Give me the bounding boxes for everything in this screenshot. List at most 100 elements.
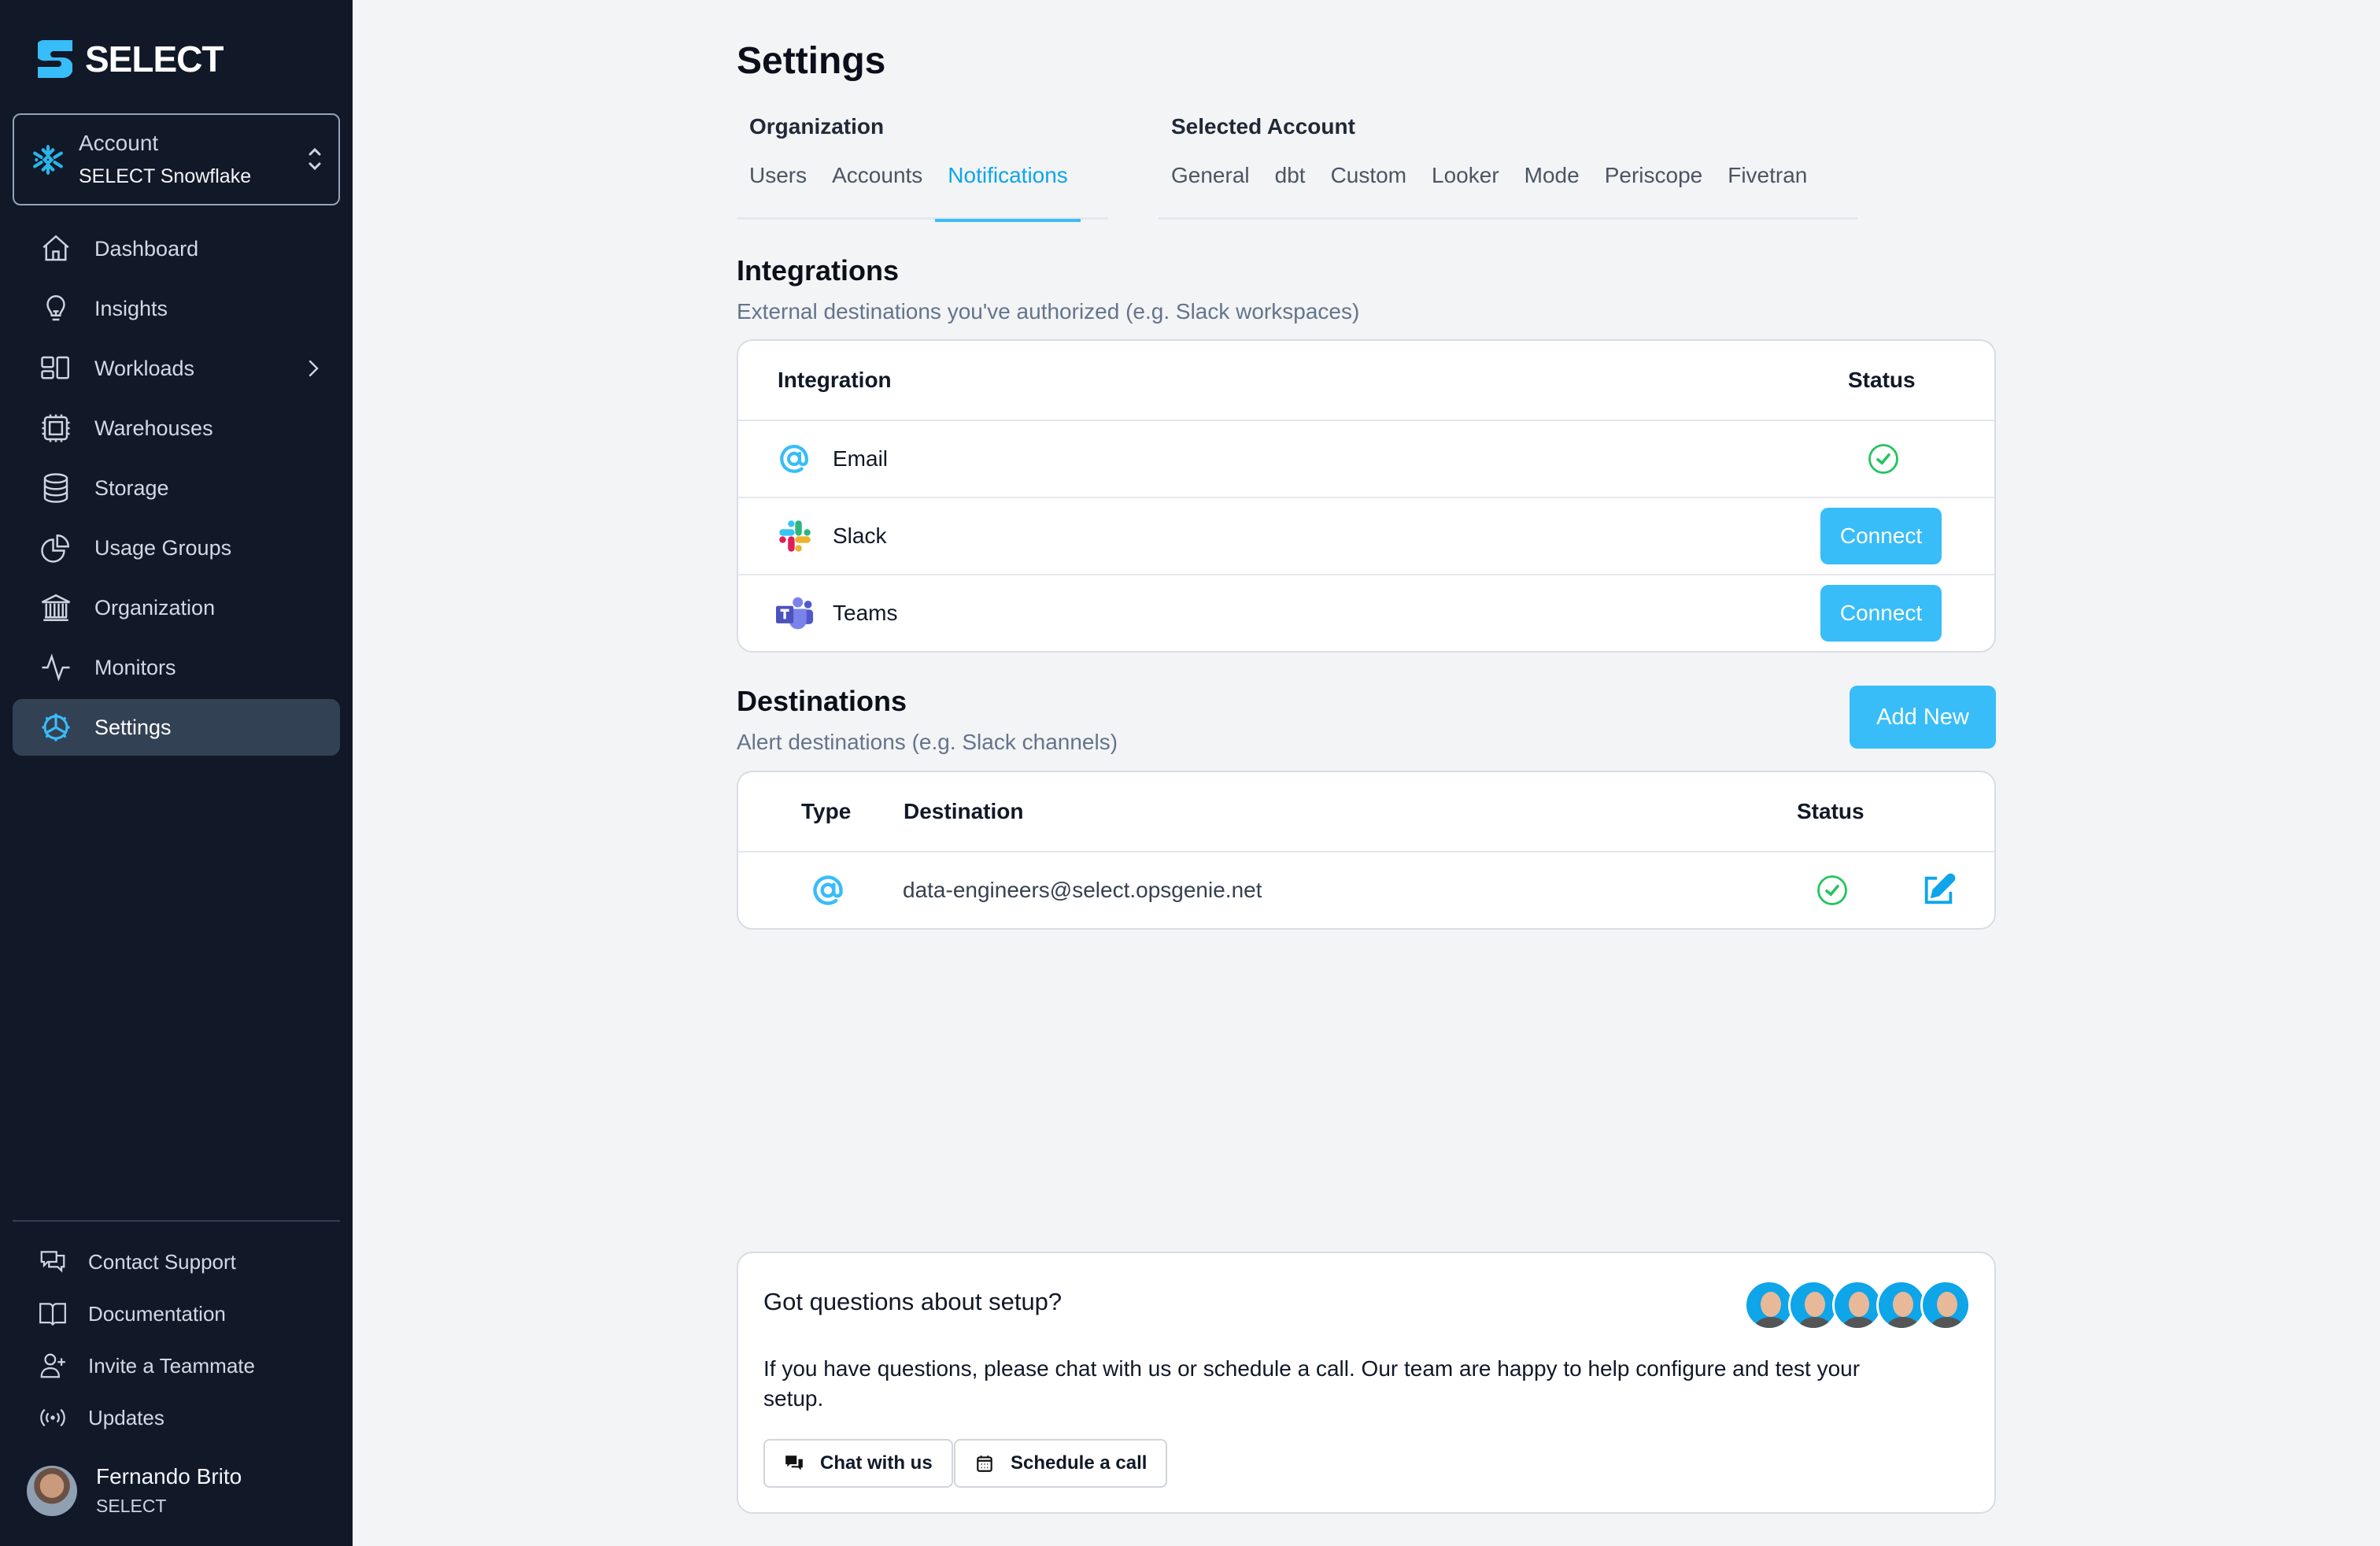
tab-mode[interactable]: Mode <box>1512 163 1592 220</box>
help-title: Got questions about setup? <box>763 1288 1062 1315</box>
broadcast-icon <box>40 1408 65 1427</box>
activity-icon <box>42 653 70 682</box>
page-title: Settings <box>737 40 886 82</box>
account-selector[interactable]: Account SELECT Snowflake <box>13 113 340 205</box>
database-icon <box>43 473 68 503</box>
chip-icon <box>42 414 70 442</box>
nav-item-workloads[interactable]: Workloads <box>13 340 340 397</box>
at-sign-icon <box>813 875 843 905</box>
tab-users[interactable]: Users <box>737 163 819 220</box>
check-circle-icon <box>1817 875 1847 905</box>
avatar <box>1920 1280 1971 1330</box>
gear-icon <box>42 713 70 742</box>
home-icon <box>42 235 69 261</box>
nav-item-documentation[interactable]: Documentation <box>13 1288 340 1340</box>
book-icon <box>39 1303 66 1326</box>
table-row: Slack Connect <box>738 497 1994 574</box>
sidebar-divider <box>13 1220 340 1222</box>
workloads-icon <box>41 356 69 379</box>
integrations-heading: Integrations <box>737 254 900 287</box>
table-header: Type Destination Status <box>738 772 1994 851</box>
nav-label: Settings <box>94 715 172 739</box>
nav-item-warehouses[interactable]: Warehouses <box>13 400 340 457</box>
connect-teams-button[interactable]: Connect <box>1820 585 1942 642</box>
avatar <box>27 1465 77 1516</box>
tab-notifications[interactable]: Notifications <box>935 163 1081 222</box>
nav-item-monitors[interactable]: Monitors <box>13 639 340 696</box>
tab-fivetran[interactable]: Fivetran <box>1715 163 1820 220</box>
chat-with-us-button[interactable]: Chat with us <box>763 1439 953 1488</box>
tab-dbt[interactable]: dbt <box>1262 163 1318 220</box>
team-avatars <box>1744 1280 1971 1330</box>
schedule-call-button[interactable]: Schedule a call <box>954 1439 1168 1488</box>
secondary-nav: Contact Support Documentation Invite a T… <box>13 1236 340 1444</box>
nav-item-dashboard[interactable]: Dashboard <box>13 220 340 277</box>
bank-icon <box>41 594 71 621</box>
integrations-subtitle: External destinations you've authorized … <box>737 299 1360 324</box>
user-plus-icon <box>40 1353 65 1378</box>
chat-with-us-label: Chat with us <box>820 1452 933 1474</box>
nav-label: Contact Support <box>88 1249 236 1274</box>
table-header: Integration Status <box>738 341 1994 420</box>
integrations-table: Integration Status Email Slack Connect T… <box>737 339 1996 653</box>
nav-label: Invite a Teammate <box>88 1353 255 1378</box>
integration-name: Email <box>833 446 889 471</box>
sidebar: SELECT Account SELECT Snowflake Dashboar… <box>0 0 353 1546</box>
tab-accounts[interactable]: Accounts <box>819 163 935 220</box>
nav-item-contact-support[interactable]: Contact Support <box>13 1236 340 1288</box>
add-new-destination-button[interactable]: Add New <box>1850 686 1996 749</box>
nav-item-insights[interactable]: Insights <box>13 280 340 337</box>
column-header-status: Status <box>1848 368 1916 392</box>
chevron-right-icon[interactable] <box>304 357 323 380</box>
tab-custom[interactable]: Custom <box>1318 163 1419 220</box>
tab-periscope[interactable]: Periscope <box>1592 163 1716 220</box>
snowflake-icon <box>33 144 63 175</box>
user-profile[interactable]: Fernando Brito SELECT <box>27 1464 242 1517</box>
nav-label: Workloads <box>94 356 195 380</box>
table-row: Teams Connect <box>738 574 1994 651</box>
check-circle-icon <box>1868 444 1898 474</box>
avatar <box>1876 1280 1927 1330</box>
destination-address: data-engineers@select.opsgenie.net <box>903 878 1262 902</box>
chevron-up-down-icon <box>309 147 321 171</box>
nav-item-storage[interactable]: Storage <box>13 460 340 516</box>
calendar-icon <box>977 1455 992 1472</box>
nav-label: Updates <box>88 1405 164 1429</box>
brand-logo[interactable]: SELECT <box>38 38 224 80</box>
tab-general[interactable]: General <box>1159 163 1262 220</box>
nav-label: Insights <box>94 296 168 320</box>
select-logo-icon <box>38 40 72 78</box>
tab-looker[interactable]: Looker <box>1419 163 1512 220</box>
nav-label: Documentation <box>88 1301 226 1326</box>
nav-label: Dashboard <box>94 236 199 261</box>
chat-icon <box>785 1455 803 1470</box>
nav-item-usage-groups[interactable]: Usage Groups <box>13 520 340 576</box>
nav-item-invite-teammate[interactable]: Invite a Teammate <box>13 1340 340 1392</box>
nav-label: Storage <box>94 475 169 500</box>
brand-name: SELECT <box>85 39 224 80</box>
nav-item-settings[interactable]: Settings <box>13 699 340 756</box>
nav-label: Organization <box>94 595 216 620</box>
nav-label: Monitors <box>94 655 176 679</box>
nav-item-updates[interactable]: Updates <box>13 1392 340 1444</box>
account-label: Account <box>79 131 159 155</box>
user-name: Fernando Brito <box>96 1464 242 1489</box>
slack-icon <box>779 520 811 552</box>
column-header-status: Status <box>1797 799 1864 823</box>
table-row: Email <box>738 420 1994 497</box>
edit-icon[interactable] <box>1920 872 1957 908</box>
integration-name: Slack <box>833 523 887 548</box>
lightbulb-icon <box>46 295 65 321</box>
help-body: If you have questions, please chat with … <box>763 1356 1861 1411</box>
integration-name: Teams <box>833 601 898 625</box>
nav-item-organization[interactable]: Organization <box>13 579 340 636</box>
column-header-type: Type <box>801 799 852 823</box>
teams-icon <box>776 597 814 630</box>
tab-group-heading: Selected Account <box>1171 114 1355 139</box>
selected-account-tab-group: Selected Account General dbt Custom Look… <box>1159 114 1857 220</box>
schedule-call-label: Schedule a call <box>1011 1452 1148 1474</box>
avatar <box>1788 1280 1839 1330</box>
connect-slack-button[interactable]: Connect <box>1820 508 1942 564</box>
column-header-destination: Destination <box>904 799 1024 823</box>
organization-tab-group: Organization Users Accounts Notification… <box>737 114 1108 222</box>
